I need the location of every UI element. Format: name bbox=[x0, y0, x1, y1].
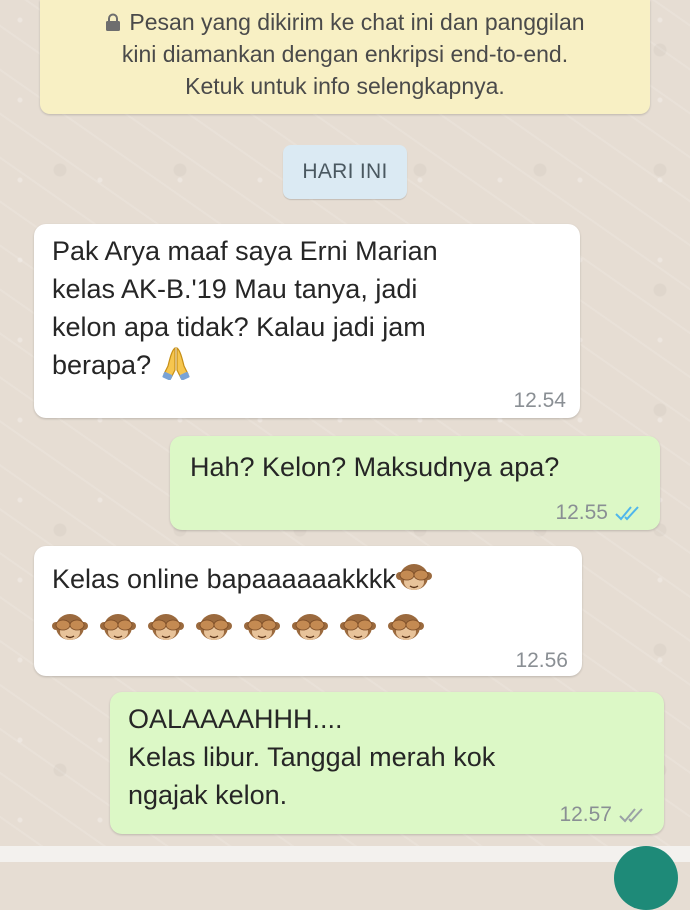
see-no-evil-monkey-icon bbox=[52, 612, 88, 644]
message-text: Kelas online bapaaaaaakkkk bbox=[52, 564, 396, 594]
date-chip: HARI INI bbox=[283, 145, 407, 199]
see-no-evil-monkey-icon bbox=[292, 612, 328, 644]
encryption-notice-line1: Pesan yang dikirim ke chat ini dan pangg… bbox=[40, 6, 650, 38]
message-line: OALAAAAHHH.... bbox=[128, 704, 343, 734]
message-incoming[interactable]: Pak Arya maaf saya Erni Marian kelas AK-… bbox=[34, 224, 580, 418]
see-no-evil-monkey-icon bbox=[395, 562, 432, 594]
encryption-notice[interactable]: Pesan yang dikirim ke chat ini dan pangg… bbox=[40, 0, 650, 114]
see-no-evil-monkey-icon bbox=[244, 612, 280, 644]
message-meta: 12.56 bbox=[515, 642, 568, 680]
message-outgoing[interactable]: Hah? Kelon? Maksudnya apa? 12.55 bbox=[170, 436, 660, 530]
folded-hands-emoji-icon bbox=[161, 346, 191, 381]
encryption-notice-line2: kini diamankan dengan enkripsi end-to-en… bbox=[121, 41, 569, 67]
lock-icon bbox=[105, 13, 121, 31]
message-text: Pak Arya maaf saya Erni Marian kelas AK-… bbox=[52, 236, 438, 380]
message-time: 12.55 bbox=[555, 501, 608, 524]
message-time: 12.54 bbox=[513, 389, 566, 412]
see-no-evil-monkey-icon bbox=[340, 612, 376, 644]
message-time: 12.56 bbox=[515, 649, 568, 672]
message-incoming[interactable]: Kelas online bapaaaaaakkkk 12.56 bbox=[34, 546, 582, 676]
emoji-row bbox=[52, 610, 564, 648]
read-ticks-icon bbox=[614, 504, 642, 522]
send-button[interactable] bbox=[614, 846, 678, 910]
input-bar-edge bbox=[0, 846, 690, 862]
encryption-notice-line3: Ketuk untuk info selengkapnya. bbox=[185, 73, 505, 99]
message-line: Kelas libur. Tanggal merah kok bbox=[128, 742, 496, 772]
see-no-evil-monkey-icon bbox=[100, 612, 136, 644]
message-meta: 12.54 bbox=[513, 382, 566, 420]
message-text: Hah? Kelon? Maksudnya apa? bbox=[190, 452, 560, 482]
message-meta: 12.57 bbox=[559, 796, 646, 834]
message-meta: 12.55 bbox=[555, 494, 642, 532]
see-no-evil-monkey-icon bbox=[388, 612, 424, 644]
see-no-evil-monkey-icon bbox=[148, 612, 184, 644]
see-no-evil-monkey-icon bbox=[196, 612, 232, 644]
message-time: 12.57 bbox=[559, 803, 612, 826]
message-first-line: Kelas online bapaaaaaakkkk bbox=[52, 560, 564, 598]
message-outgoing[interactable]: OALAAAAHHH.... Kelas libur. Tanggal mera… bbox=[110, 692, 664, 834]
read-ticks-icon bbox=[618, 806, 646, 824]
